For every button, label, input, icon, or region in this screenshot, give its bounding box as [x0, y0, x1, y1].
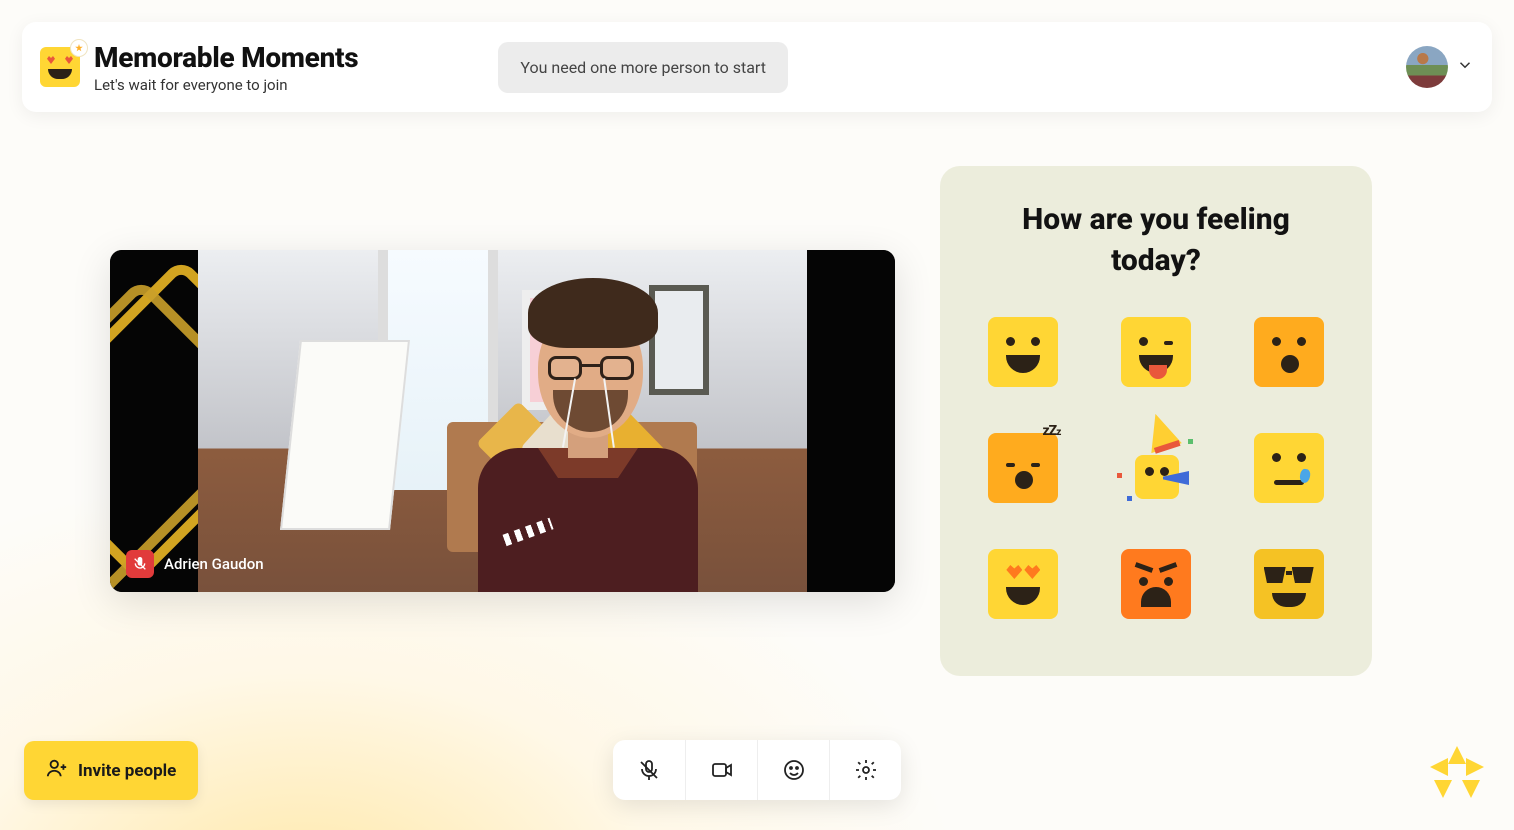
avatar — [1406, 46, 1448, 88]
feeling-option-happy[interactable] — [988, 317, 1058, 387]
participant-name: Adrien Gaudon — [164, 555, 264, 573]
activity-icon — [40, 47, 80, 87]
feeling-option-love[interactable] — [988, 549, 1058, 619]
feeling-option-surprised[interactable] — [1254, 317, 1324, 387]
feeling-option-cool[interactable] — [1254, 549, 1324, 619]
profile-menu[interactable] — [1406, 46, 1474, 88]
activity-subtitle: Let's wait for everyone to join — [94, 76, 358, 94]
feelings-title: How are you feeling today? — [980, 200, 1332, 281]
mic-toggle-button[interactable] — [613, 740, 685, 800]
mic-muted-icon — [126, 550, 154, 578]
feeling-option-sad[interactable] — [1254, 433, 1324, 503]
status-message: You need one more person to start — [498, 42, 788, 93]
brand-logo-icon — [1430, 746, 1484, 800]
feelings-panel: How are you feeling today? zZz — [940, 166, 1372, 676]
video-letterbox-left — [110, 250, 198, 592]
person-plus-icon — [46, 757, 68, 784]
invite-label: Invite people — [78, 761, 176, 781]
video-letterbox-right — [807, 250, 895, 592]
feeling-option-party[interactable] — [1121, 433, 1191, 503]
chevron-down-icon — [1456, 56, 1474, 78]
settings-button[interactable] — [829, 740, 901, 800]
video-tile[interactable]: Adrien Gaudon — [110, 250, 895, 592]
call-controls — [613, 740, 901, 800]
title-block: Memorable Moments Let's wait for everyon… — [94, 41, 358, 94]
video-feed — [198, 250, 807, 592]
camera-toggle-button[interactable] — [685, 740, 757, 800]
participant-name-tag: Adrien Gaudon — [126, 550, 264, 578]
feelings-grid: zZz — [980, 317, 1332, 619]
feeling-option-angry[interactable] — [1121, 549, 1191, 619]
reactions-button[interactable] — [757, 740, 829, 800]
activity-title: Memorable Moments — [94, 41, 358, 74]
header-bar: Memorable Moments Let's wait for everyon… — [22, 22, 1492, 112]
invite-people-button[interactable]: Invite people — [24, 741, 198, 800]
feeling-option-sleepy[interactable]: zZz — [988, 433, 1058, 503]
feeling-option-silly[interactable] — [1121, 317, 1191, 387]
